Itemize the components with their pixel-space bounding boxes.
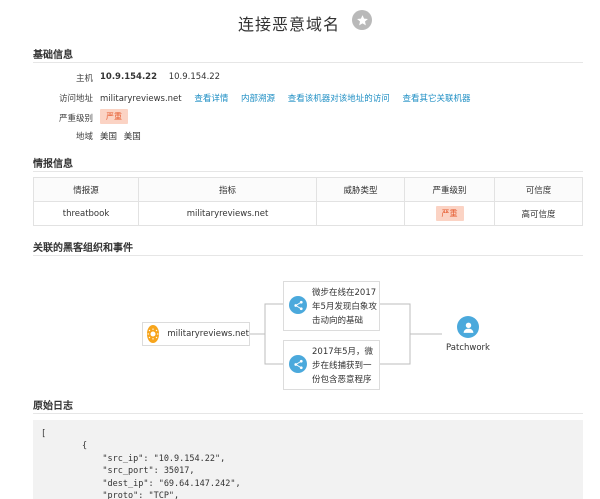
section-title-graph: 关联的黑客组织和事件 xyxy=(33,243,133,254)
sun-icon xyxy=(147,325,160,343)
table-row: threatbook militaryreviews.net 严重 高可信度 xyxy=(33,201,583,226)
log-line: [ xyxy=(41,429,47,439)
host-value: 10.9.154.22 10.9.154.22 xyxy=(100,72,220,82)
relation-graph: militaryreviews.net 微步在线在2017年5月发现白象攻击动向… xyxy=(0,266,600,390)
star-icon xyxy=(356,14,368,25)
table-header-row: 情报源 指标 威胁类型 严重级别 可信度 xyxy=(33,177,583,202)
divider xyxy=(33,171,583,172)
share-icon xyxy=(289,355,307,373)
intel-severity-cell: 严重 xyxy=(404,201,495,226)
column-header: 严重级别 xyxy=(404,177,495,202)
severity-label: 严重级别 xyxy=(58,114,93,124)
org-node-label: Patchwork xyxy=(446,343,490,353)
column-header: 可信度 xyxy=(494,177,583,202)
event-node-1-text: 微步在线在2017年5月发现白象攻击动向的基础上，监测到 xyxy=(312,288,377,326)
section-title-log: 原始日志 xyxy=(33,401,73,412)
region-label: 地域 xyxy=(75,132,93,142)
domain-node[interactable]: militaryreviews.net xyxy=(142,322,250,346)
user-icon xyxy=(457,316,479,338)
column-header: 情报源 xyxy=(33,177,139,202)
org-node[interactable]: Patchwork xyxy=(442,316,494,361)
favorite-button[interactable] xyxy=(352,10,372,30)
column-header: 威胁类型 xyxy=(316,177,405,202)
severity-value-row: 严重 xyxy=(100,109,128,124)
related-machines-link[interactable]: 查看其它关联机器 xyxy=(402,94,470,104)
machine-access-link[interactable]: 查看该机器对该地址的访问 xyxy=(288,94,390,104)
host-value-bold: 10.9.154.22 xyxy=(100,72,158,82)
region-value-row: 美国 美国 xyxy=(100,130,141,142)
title-row: 连接恶意域名 xyxy=(0,8,600,36)
internal-trace-link[interactable]: 内部溯源 xyxy=(241,94,275,104)
column-header: 指标 xyxy=(138,177,317,202)
section-title-basic: 基础信息 xyxy=(33,50,73,61)
host-value-plain: 10.9.154.22 xyxy=(168,72,221,82)
raw-log-box[interactable]: [ { "src_ip": "10.9.154.22", "src_port":… xyxy=(33,420,583,499)
intel-source-cell: threatbook xyxy=(33,201,139,226)
domain-node-label: militaryreviews.net xyxy=(167,329,249,339)
intel-indicator-cell: militaryreviews.net xyxy=(138,201,317,226)
event-node-1[interactable]: 微步在线在2017年5月发现白象攻击动向的基础上，监测到 xyxy=(283,281,380,331)
event-node-2[interactable]: 2017年5月，微步在线捕获到一份包含恶意程序的Word文... xyxy=(283,340,380,390)
divider xyxy=(33,62,583,63)
share-icon xyxy=(289,296,307,314)
page-title: 连接恶意域名 xyxy=(238,15,341,34)
region-value-2: 美国 xyxy=(123,132,141,142)
intel-confidence-cell: 高可信度 xyxy=(494,201,583,226)
log-line: "proto": "TCP", xyxy=(41,490,180,499)
log-line: "dest_ip": "69.64.147.242", xyxy=(41,478,241,489)
view-details-link[interactable]: 查看详情 xyxy=(194,94,228,104)
section-title-intel: 情报信息 xyxy=(33,159,73,170)
severity-badge: 严重 xyxy=(435,206,464,221)
event-node-2-text: 2017年5月，微步在线捕获到一份包含恶意程序的Word文... xyxy=(312,347,374,385)
host-label: 主机 xyxy=(75,74,93,84)
log-line: "src_port": 35017, xyxy=(41,466,195,477)
divider xyxy=(33,255,583,256)
log-line: { xyxy=(41,441,88,452)
url-value-row: militaryreviews.net 查看详情 内部溯源 查看该机器对该地址的… xyxy=(100,92,471,104)
log-line: "src_ip": "10.9.154.22", xyxy=(41,453,226,464)
region-value: 美国 xyxy=(100,132,118,142)
intel-table: 情报源 指标 威胁类型 严重级别 可信度 threatbook military… xyxy=(33,177,583,226)
divider xyxy=(33,413,583,414)
severity-badge: 严重 xyxy=(100,109,128,124)
url-label: 访问地址 xyxy=(58,94,93,104)
intel-threat-type-cell xyxy=(316,201,405,226)
url-value: militaryreviews.net xyxy=(100,94,182,104)
